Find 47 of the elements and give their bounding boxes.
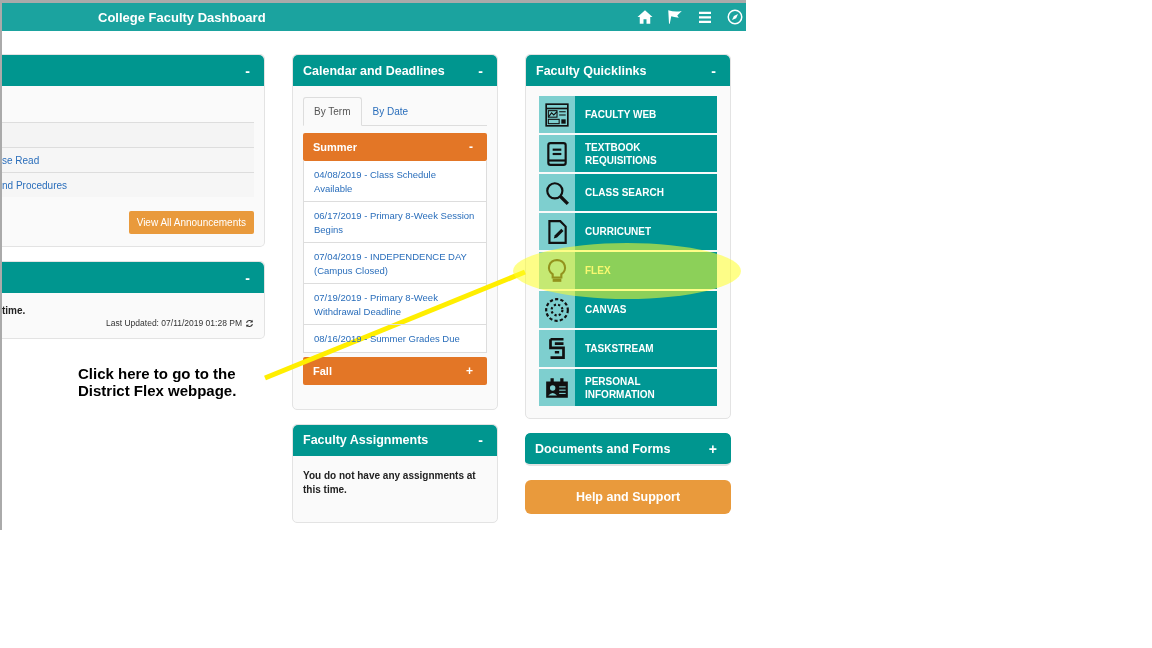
panel-title: Calendar and Deadlines	[303, 63, 445, 78]
magnifier-icon[interactable]	[544, 179, 570, 206]
last-updated-text: Last Updated: 07/11/2019 01:28 PM	[106, 318, 242, 328]
panel-title: Documents and Forms	[535, 441, 671, 456]
announcement-link[interactable]: nd Procedures	[2, 172, 254, 197]
tab[interactable]: By Term	[303, 97, 362, 126]
deadline-link[interactable]: 07/19/2019 - Primary 8-Week Withdrawal Deadline	[304, 283, 486, 324]
term-title: Fall	[313, 364, 332, 377]
quicklink[interactable]: PERSONAL INFORMATION	[575, 369, 717, 406]
quicklink[interactable]: TASKSTREAM	[575, 330, 717, 367]
tab[interactable]: By Date	[361, 97, 420, 126]
quicklink[interactable]: CURRICUNET	[575, 213, 717, 250]
quicklink[interactable]: CLASS SEARCH	[575, 174, 717, 211]
panel-message: time.	[2, 305, 27, 316]
quicklink[interactable]: TEXTBOOK REQUISITIONS	[575, 135, 717, 172]
home-icon[interactable]	[636, 8, 654, 26]
term-header[interactable]: Summer -	[303, 133, 487, 161]
deadline-link[interactable]: 04/08/2019 - Class Schedule Available	[304, 161, 486, 201]
annotation-text: Click here to go to the District Flex webpage.	[78, 365, 238, 399]
term-toggle[interactable]: -	[465, 140, 477, 154]
term-title: Summer	[313, 141, 358, 153]
dashboard-title: College Faculty Dashboard	[98, 9, 267, 25]
deadline-link[interactable]: 06/17/2019 - Primary 8-Week Session Begins	[304, 201, 486, 242]
quicklink[interactable]: FACULTY WEB	[575, 96, 717, 133]
collapse-toggle[interactable]: -	[474, 432, 487, 448]
panel-title: Faculty Assignments	[303, 433, 429, 447]
deadline-link[interactable]: 07/04/2019 - INDEPENDENCE DAY (Campus Closed)	[304, 242, 486, 283]
dotted-circle-icon[interactable]	[544, 296, 570, 323]
announcement-link[interactable]: se Read	[2, 147, 254, 172]
view-all-button[interactable]: View All Announcements	[128, 211, 254, 234]
webpage-icon[interactable]	[544, 101, 570, 128]
term-header[interactable]: Fall +	[303, 356, 487, 385]
refresh-icon[interactable]	[245, 318, 254, 328]
panel-title: Faculty Quicklinks	[536, 63, 647, 78]
expand-toggle[interactable]: +	[704, 440, 721, 457]
collapse-toggle[interactable]: -	[474, 62, 487, 79]
collapse-toggle[interactable]: -	[241, 62, 254, 79]
flag-icon[interactable]	[666, 8, 684, 26]
term-toggle[interactable]: +	[462, 363, 477, 378]
book-icon[interactable]	[544, 140, 570, 167]
help-button[interactable]: Help and Support	[525, 480, 731, 514]
assignments-message: You do not have any assignments at this time.	[302, 468, 477, 497]
collapse-toggle[interactable]: -	[241, 269, 254, 286]
collapse-toggle[interactable]: -	[707, 62, 720, 79]
documents-header[interactable]: Documents and Forms +	[525, 433, 731, 464]
compass-icon[interactable]	[726, 8, 744, 26]
quicklink[interactable]: CANVAS	[575, 291, 717, 328]
